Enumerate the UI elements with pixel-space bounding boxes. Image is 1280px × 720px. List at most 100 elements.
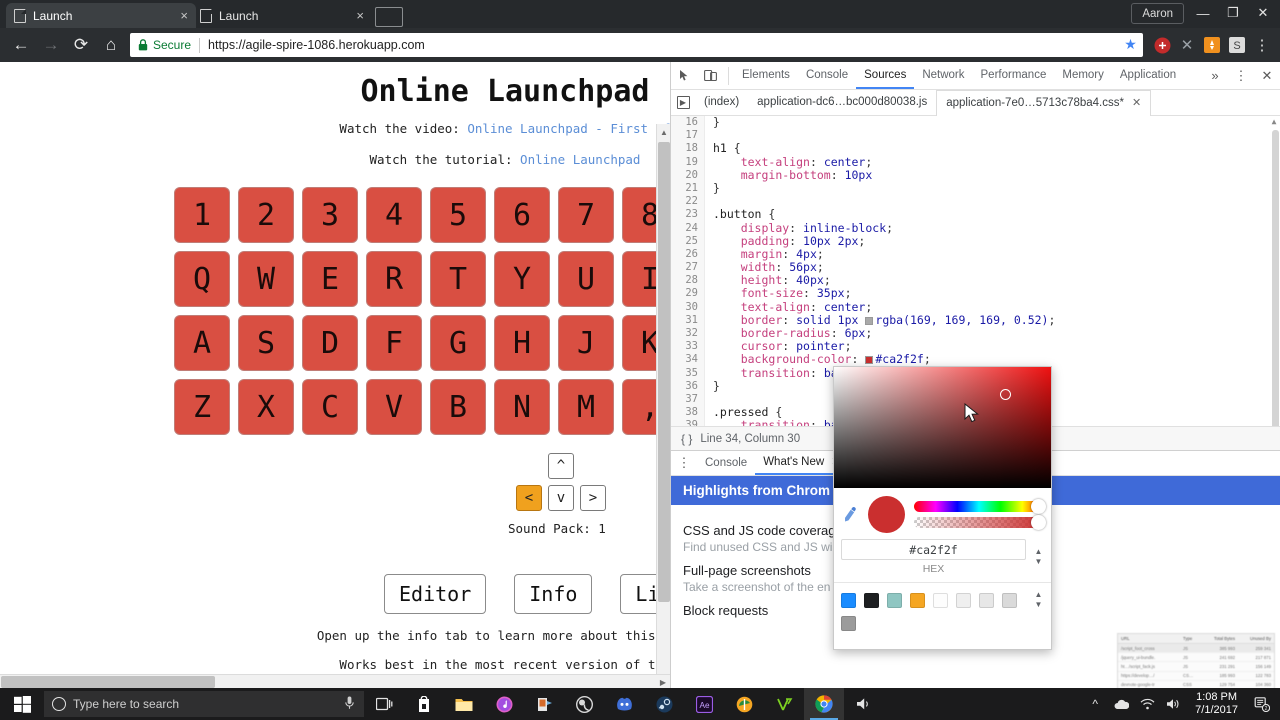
maximize-button[interactable]: ❐ bbox=[1218, 0, 1248, 26]
dpad-left-button[interactable]: < bbox=[516, 485, 542, 511]
pad-key[interactable]: Y bbox=[494, 251, 550, 307]
scroll-up-icon[interactable]: ▲ bbox=[1269, 117, 1279, 129]
pad-key[interactable]: U bbox=[558, 251, 614, 307]
video-link[interactable]: Online Launchpad - First of bbox=[467, 121, 670, 136]
volume-icon[interactable] bbox=[1161, 688, 1185, 720]
palette-swatch[interactable] bbox=[841, 592, 856, 608]
chevron-up-icon[interactable]: ^ bbox=[1083, 688, 1107, 720]
alpha-slider[interactable] bbox=[914, 515, 1046, 530]
page-vertical-scrollbar[interactable]: ▲ ▼ bbox=[656, 124, 670, 688]
format-source-icon[interactable]: { } bbox=[671, 432, 700, 446]
pad-key[interactable]: C bbox=[302, 379, 358, 435]
clock[interactable]: 1:08 PM 7/1/2017 bbox=[1187, 691, 1246, 717]
reload-icon[interactable]: ⟳ bbox=[66, 31, 96, 59]
wifi-icon[interactable] bbox=[1135, 688, 1159, 720]
forward-icon[interactable]: → bbox=[36, 31, 66, 59]
alpha-slider-thumb[interactable] bbox=[1031, 515, 1046, 530]
pad-key[interactable]: 6 bbox=[494, 187, 550, 243]
page-horizontal-scrollbar[interactable]: ▶ bbox=[0, 674, 670, 688]
tab-performance[interactable]: Performance bbox=[973, 62, 1055, 89]
back-icon[interactable]: ← bbox=[6, 31, 36, 59]
pad-key[interactable]: T bbox=[430, 251, 486, 307]
scrollbar-thumb[interactable] bbox=[1272, 130, 1279, 460]
hue-slider[interactable] bbox=[914, 499, 1046, 514]
close-devtools-icon[interactable]: ✕ bbox=[1254, 63, 1280, 89]
hue-slider-thumb[interactable] bbox=[1031, 499, 1046, 514]
show-navigator-icon[interactable]: ▶ bbox=[671, 90, 695, 115]
dpad-up-button[interactable]: ^ bbox=[548, 453, 574, 479]
pad-key[interactable]: F bbox=[366, 315, 422, 371]
color-picker-popover[interactable]: HEX ▲ ▼ ▲ bbox=[833, 366, 1052, 650]
close-icon[interactable]: × bbox=[356, 9, 364, 22]
dpad-right-button[interactable]: > bbox=[580, 485, 606, 511]
after-effects-icon[interactable]: Ae bbox=[684, 688, 724, 720]
scroll-right-icon[interactable]: ▶ bbox=[656, 675, 670, 688]
pad-key[interactable]: 4 bbox=[366, 187, 422, 243]
discord-icon[interactable] bbox=[604, 688, 644, 720]
itunes-icon[interactable] bbox=[484, 688, 524, 720]
pad-key[interactable]: 3 bbox=[302, 187, 358, 243]
close-icon[interactable]: × bbox=[180, 9, 188, 22]
home-icon[interactable]: ⌂ bbox=[96, 31, 126, 59]
color-spectrum-area[interactable] bbox=[834, 367, 1051, 488]
onedrive-icon[interactable] bbox=[1109, 688, 1133, 720]
spin-up-icon[interactable]: ▲ bbox=[1035, 591, 1043, 599]
ext-x-icon[interactable]: ✕ bbox=[1175, 32, 1199, 58]
drawer-tab-console[interactable]: Console bbox=[697, 451, 755, 475]
spin-up-icon[interactable]: ▲ bbox=[1035, 548, 1043, 556]
pad-key[interactable]: X bbox=[238, 379, 294, 435]
pad-key[interactable]: V bbox=[366, 379, 422, 435]
address-bar[interactable]: Secure https://agile-spire-1086.herokuap… bbox=[130, 33, 1143, 57]
new-tab-button[interactable] bbox=[375, 7, 403, 27]
file-tab-js[interactable]: application-dc6…bc000d80038.js bbox=[748, 90, 936, 115]
palette-swatch[interactable] bbox=[910, 592, 925, 608]
obs-icon[interactable] bbox=[564, 688, 604, 720]
tutorial-link[interactable]: Online Launchpad bbox=[520, 152, 640, 167]
color-format-toggle[interactable]: ▲ ▼ bbox=[1033, 548, 1044, 566]
pad-key[interactable]: N bbox=[494, 379, 550, 435]
pad-key[interactable]: B bbox=[430, 379, 486, 435]
paint-icon[interactable] bbox=[524, 688, 564, 720]
pad-key[interactable]: S bbox=[238, 315, 294, 371]
pad-key[interactable]: 5 bbox=[430, 187, 486, 243]
pad-key[interactable]: D bbox=[302, 315, 358, 371]
steam-icon[interactable] bbox=[644, 688, 684, 720]
inspect-element-icon[interactable] bbox=[671, 63, 697, 89]
scrollbar-thumb[interactable] bbox=[1, 676, 215, 688]
microphone-icon[interactable] bbox=[345, 696, 354, 713]
pad-key[interactable]: 1 bbox=[174, 187, 230, 243]
file-tab-css[interactable]: application-7e0…5713c78ba4.css* ✕ bbox=[936, 89, 1152, 116]
browser-menu-icon[interactable]: ⋮ bbox=[1250, 32, 1274, 58]
hex-input[interactable] bbox=[841, 539, 1026, 560]
tab-application[interactable]: Application bbox=[1112, 62, 1184, 89]
microsoft-store-icon[interactable] bbox=[404, 688, 444, 720]
pad-key[interactable]: 7 bbox=[558, 187, 614, 243]
media-icon[interactable] bbox=[844, 688, 884, 720]
palette-swatch[interactable] bbox=[979, 592, 994, 608]
tab-elements[interactable]: Elements bbox=[734, 62, 798, 89]
palette-swatch[interactable] bbox=[1002, 592, 1017, 608]
drawer-menu-icon[interactable]: ⋮ bbox=[671, 450, 697, 476]
devtools-menu-icon[interactable]: ⋮ bbox=[1228, 63, 1254, 89]
pad-key[interactable]: A bbox=[174, 315, 230, 371]
pad-key[interactable]: E bbox=[302, 251, 358, 307]
close-window-button[interactable]: ✕ bbox=[1248, 0, 1278, 26]
tab-memory[interactable]: Memory bbox=[1054, 62, 1112, 89]
file-explorer-icon[interactable] bbox=[444, 688, 484, 720]
file-tab-index[interactable]: (index) bbox=[695, 90, 748, 115]
search-input[interactable]: Type here to search bbox=[44, 691, 364, 717]
browser-tab-1[interactable]: Launch × bbox=[6, 3, 196, 28]
minimize-button[interactable]: — bbox=[1188, 0, 1218, 26]
editor-button[interactable]: Editor bbox=[384, 574, 487, 614]
scrollbar-thumb[interactable] bbox=[658, 142, 670, 602]
pad-key[interactable]: Z bbox=[174, 379, 230, 435]
start-icon[interactable] bbox=[0, 688, 44, 720]
pad-key[interactable]: H bbox=[494, 315, 550, 371]
palette-swatch[interactable] bbox=[887, 592, 902, 608]
tab-sources[interactable]: Sources bbox=[856, 62, 915, 89]
pad-key[interactable]: Q bbox=[174, 251, 230, 307]
vegas-icon[interactable] bbox=[764, 688, 804, 720]
close-icon[interactable]: ✕ bbox=[1132, 90, 1141, 116]
pad-key[interactable]: W bbox=[238, 251, 294, 307]
pad-key[interactable]: R bbox=[366, 251, 422, 307]
